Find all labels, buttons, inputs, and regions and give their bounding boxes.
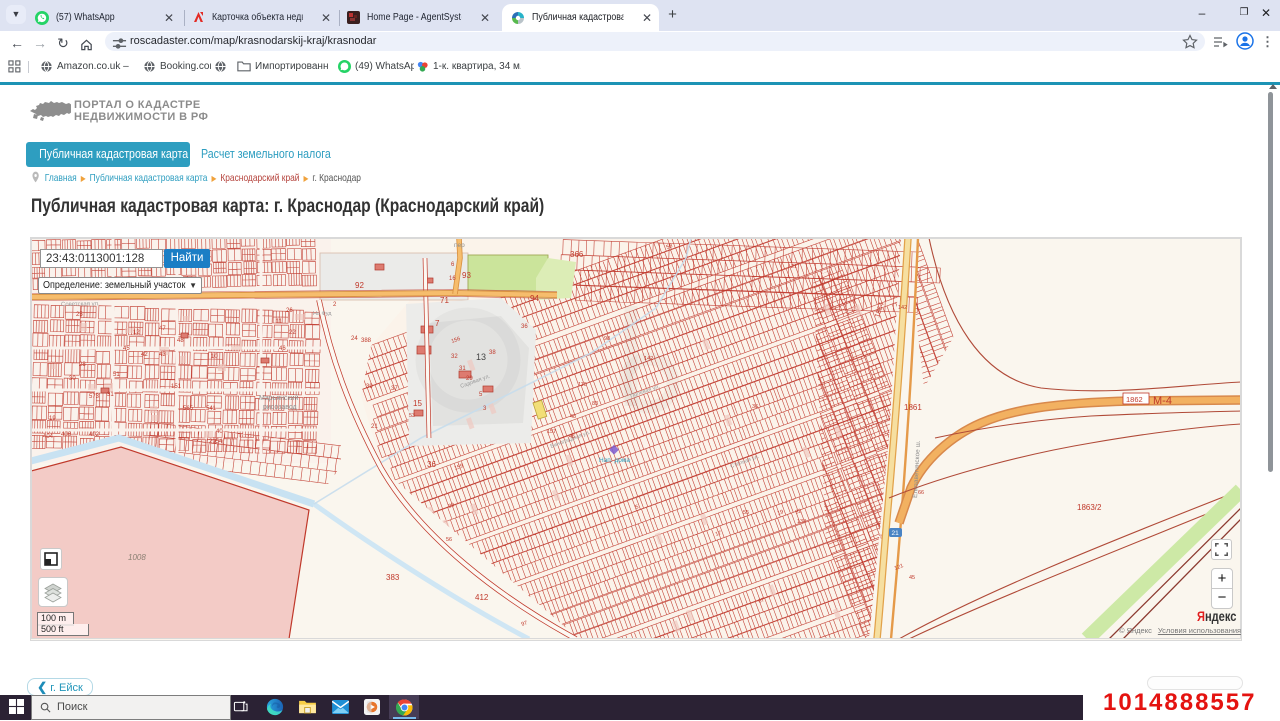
svg-text:53: 53	[409, 413, 415, 419]
svg-text:36: 36	[752, 404, 758, 410]
svg-text:37: 37	[391, 386, 398, 392]
svg-text:45: 45	[569, 434, 575, 440]
svg-text:28: 28	[79, 362, 86, 368]
svg-text:22: 22	[289, 330, 296, 336]
svg-text:32: 32	[451, 354, 458, 360]
svg-text:47: 47	[159, 326, 166, 332]
svg-text:31: 31	[459, 366, 466, 372]
svg-text:45: 45	[909, 575, 915, 581]
svg-text:31: 31	[107, 392, 114, 398]
svg-text:565: 565	[183, 406, 194, 412]
svg-text:1862: 1862	[1126, 395, 1143, 404]
svg-text:48: 48	[570, 414, 576, 420]
svg-text:55: 55	[743, 510, 749, 516]
svg-text:7: 7	[435, 319, 440, 328]
svg-text:16: 16	[449, 276, 456, 282]
svg-text:1863/2: 1863/2	[1077, 503, 1102, 512]
svg-text:541: 541	[206, 406, 217, 412]
svg-text:83: 83	[592, 401, 598, 407]
svg-text:406: 406	[61, 432, 72, 438]
svg-text:142: 142	[644, 356, 653, 362]
svg-text:43: 43	[159, 352, 166, 358]
svg-text:45: 45	[123, 346, 130, 352]
svg-text:Советская ул.: Советская ул.	[61, 301, 100, 308]
svg-text:2954: 2954	[209, 439, 223, 445]
svg-text:29: 29	[466, 376, 473, 382]
svg-text:138: 138	[797, 519, 806, 525]
svg-text:573: 573	[89, 394, 100, 400]
svg-text:12: 12	[133, 330, 140, 336]
svg-text:26: 26	[286, 308, 293, 314]
svg-text:98: 98	[604, 336, 610, 342]
svg-text:На Фуд: На Фуд	[313, 311, 332, 317]
svg-text:48: 48	[177, 338, 184, 344]
svg-text:151: 151	[171, 384, 182, 390]
svg-text:404: 404	[43, 434, 54, 440]
svg-text:366: 366	[570, 250, 584, 259]
svg-text:110: 110	[578, 382, 587, 388]
svg-text:93: 93	[462, 271, 471, 280]
svg-text:21: 21	[791, 264, 797, 270]
svg-text:383: 383	[386, 573, 400, 582]
svg-text:92: 92	[355, 281, 364, 290]
svg-text:56: 56	[446, 537, 452, 543]
svg-text:42: 42	[141, 352, 148, 358]
svg-text:40: 40	[216, 429, 223, 435]
svg-text:46: 46	[279, 346, 286, 352]
svg-text:388: 388	[361, 338, 372, 344]
svg-text:рисозавод: рисозавод	[263, 404, 297, 411]
svg-text:М-4: М-4	[1153, 395, 1172, 407]
svg-text:19: 19	[49, 416, 56, 422]
svg-text:Нап. дома: Нап. дома	[599, 457, 630, 464]
svg-text:24: 24	[351, 336, 358, 342]
svg-text:30: 30	[69, 376, 76, 382]
svg-text:402: 402	[89, 432, 100, 438]
svg-text:25: 25	[76, 312, 83, 318]
svg-text:1861: 1861	[904, 403, 922, 412]
svg-text:71: 71	[440, 296, 449, 305]
svg-text:142: 142	[898, 305, 907, 311]
svg-text:21: 21	[371, 424, 378, 430]
svg-text:1008: 1008	[128, 553, 146, 562]
svg-text:21: 21	[892, 530, 900, 537]
svg-text:пер: пер	[454, 242, 465, 249]
svg-text:66: 66	[918, 490, 924, 496]
svg-text:Марьянский: Марьянский	[259, 394, 298, 402]
svg-text:13: 13	[476, 352, 486, 362]
svg-text:11: 11	[276, 319, 283, 325]
svg-text:36: 36	[427, 460, 436, 469]
svg-text:39: 39	[366, 384, 373, 390]
svg-text:38: 38	[489, 350, 496, 356]
svg-text:36: 36	[521, 324, 528, 330]
svg-text:157: 157	[547, 429, 556, 435]
svg-text:412: 412	[475, 593, 489, 602]
svg-text:15: 15	[413, 399, 422, 408]
svg-text:51: 51	[113, 372, 120, 378]
svg-text:94: 94	[530, 294, 539, 303]
svg-text:10: 10	[211, 354, 218, 360]
